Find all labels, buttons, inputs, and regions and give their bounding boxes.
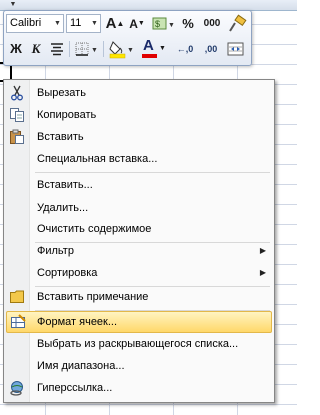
comma-style-button[interactable]: 000 bbox=[200, 14, 224, 34]
paste-icon bbox=[10, 129, 24, 144]
menu-item-label: Фильтр bbox=[37, 245, 74, 257]
comma-style-label: 000 bbox=[203, 18, 221, 29]
menu-item-label: Формат ячеек... bbox=[37, 316, 118, 328]
caret-down-icon: ▼ bbox=[137, 20, 145, 27]
menu-separator bbox=[35, 172, 270, 173]
grow-font-label: A bbox=[105, 15, 117, 32]
format-painter-button[interactable] bbox=[227, 14, 247, 34]
menu-item-label: Вставить... bbox=[37, 179, 93, 191]
menu-item-label: Сортировка bbox=[37, 267, 98, 279]
scissors-icon bbox=[11, 85, 23, 101]
menu-item-clear-contents[interactable]: Очистить содержимое bbox=[6, 218, 272, 240]
menu-item-label: Вставить bbox=[37, 131, 84, 143]
percent-style-button[interactable]: % bbox=[178, 14, 198, 34]
merge-center-button[interactable] bbox=[226, 39, 246, 59]
chevron-down-icon: ▼ bbox=[159, 45, 166, 52]
font-color-swatch bbox=[142, 54, 157, 58]
menu-item-label: Вырезать bbox=[37, 87, 86, 99]
menu-item-label: Специальная вставка... bbox=[37, 153, 158, 165]
hyperlink-icon bbox=[10, 381, 23, 396]
mini-toolbar: Calibri ▼ 11 ▼ A▲ A▼ $ ▼ % 000 Ж К ▼ ▼ А… bbox=[3, 10, 252, 66]
menu-item-paste-special[interactable]: Специальная вставка... bbox=[6, 148, 272, 170]
menu-item-name-range[interactable]: Имя диапазона... bbox=[6, 355, 272, 377]
chevron-down-icon[interactable]: ▼ bbox=[90, 16, 99, 31]
borders-icon: ▼ bbox=[75, 42, 98, 56]
chevron-down-icon[interactable]: ▼ bbox=[53, 16, 62, 31]
menu-item-label: Гиперссылка... bbox=[37, 382, 113, 394]
italic-button[interactable]: К bbox=[27, 39, 45, 59]
svg-text:▼: ▼ bbox=[168, 22, 175, 29]
grow-font-button[interactable]: A▲ bbox=[105, 14, 125, 34]
copy-icon bbox=[10, 108, 24, 122]
submenu-arrow-icon: ▶ bbox=[259, 268, 266, 277]
menu-item-label: Вставить примечание bbox=[37, 291, 149, 303]
format-painter-icon bbox=[229, 14, 247, 32]
font-color-label: А bbox=[143, 37, 154, 54]
fill-bucket-icon: ▼ bbox=[109, 41, 134, 59]
shrink-font-button[interactable]: A▼ bbox=[127, 14, 147, 34]
caret-up-icon: ▲ bbox=[116, 19, 125, 28]
font-size-box[interactable]: 11 ▼ bbox=[66, 14, 101, 33]
menu-item-delete[interactable]: Удалить... bbox=[6, 197, 272, 219]
menu-item-hyperlink[interactable]: Гиперссылка... bbox=[6, 377, 272, 399]
svg-text:▼: ▼ bbox=[91, 47, 98, 54]
context-menu: Вырезать Копировать Вставить Специальная… bbox=[3, 79, 275, 403]
menu-item-label: Имя диапазона... bbox=[37, 360, 125, 372]
toolbar-separator bbox=[69, 41, 70, 57]
font-name-box[interactable]: Calibri ▼ bbox=[6, 14, 64, 33]
menu-item-insert-comment[interactable]: Вставить примечание bbox=[6, 286, 272, 308]
merge-center-icon bbox=[227, 42, 244, 56]
comment-icon bbox=[10, 290, 24, 303]
menu-item-label: Удалить... bbox=[37, 202, 89, 214]
menu-item-paste[interactable]: Вставить bbox=[6, 126, 272, 148]
increase-decimal-label: ←,0 bbox=[176, 44, 194, 54]
font-name-value: Calibri bbox=[10, 17, 42, 29]
decrease-decimal-label: ,00 bbox=[204, 44, 218, 54]
italic-label: К bbox=[31, 41, 41, 56]
menu-item-format-cells[interactable]: Формат ячеек... bbox=[6, 311, 272, 333]
menu-item-cut[interactable]: Вырезать bbox=[6, 82, 272, 104]
format-cells-icon bbox=[11, 314, 26, 328]
font-color-button[interactable]: А ▼ bbox=[140, 37, 168, 59]
menu-item-pick-from-list[interactable]: Выбрать из раскрывающегося списка... bbox=[6, 333, 272, 355]
center-align-icon bbox=[51, 43, 63, 56]
percent-label: % bbox=[182, 16, 194, 31]
svg-text:$: $ bbox=[155, 19, 160, 29]
menu-item-insert[interactable]: Вставить... bbox=[6, 174, 272, 196]
fill-color-button[interactable]: ▼ bbox=[108, 39, 136, 59]
center-align-button[interactable] bbox=[48, 39, 66, 59]
menu-item-filter[interactable]: Фильтр ▶ bbox=[6, 240, 272, 262]
quick-access-dropdown-icon[interactable]: ▼ bbox=[6, 1, 20, 9]
bold-button[interactable]: Ж bbox=[7, 39, 25, 59]
accounting-format-button[interactable]: $ ▼ bbox=[150, 14, 176, 34]
menu-item-sort[interactable]: Сортировка ▶ bbox=[6, 262, 272, 284]
borders-button[interactable]: ▼ bbox=[74, 39, 100, 59]
toolbar-separator bbox=[103, 41, 104, 57]
decrease-decimal-button[interactable]: ,00 bbox=[200, 39, 222, 59]
font-size-value: 11 bbox=[70, 17, 82, 29]
increase-decimal-button[interactable]: ←,0 bbox=[172, 39, 198, 59]
submenu-arrow-icon: ▶ bbox=[259, 246, 266, 255]
menu-item-label: Очистить содержимое bbox=[37, 223, 152, 235]
menu-item-copy[interactable]: Копировать bbox=[6, 104, 272, 126]
menu-item-label: Копировать bbox=[37, 109, 97, 121]
accounting-format-icon: $ ▼ bbox=[152, 17, 175, 30]
svg-text:▼: ▼ bbox=[127, 47, 134, 54]
shrink-font-label: A bbox=[129, 17, 138, 31]
menu-item-label: Выбрать из раскрывающегося списка... bbox=[37, 338, 239, 350]
bold-label: Ж bbox=[10, 41, 22, 56]
